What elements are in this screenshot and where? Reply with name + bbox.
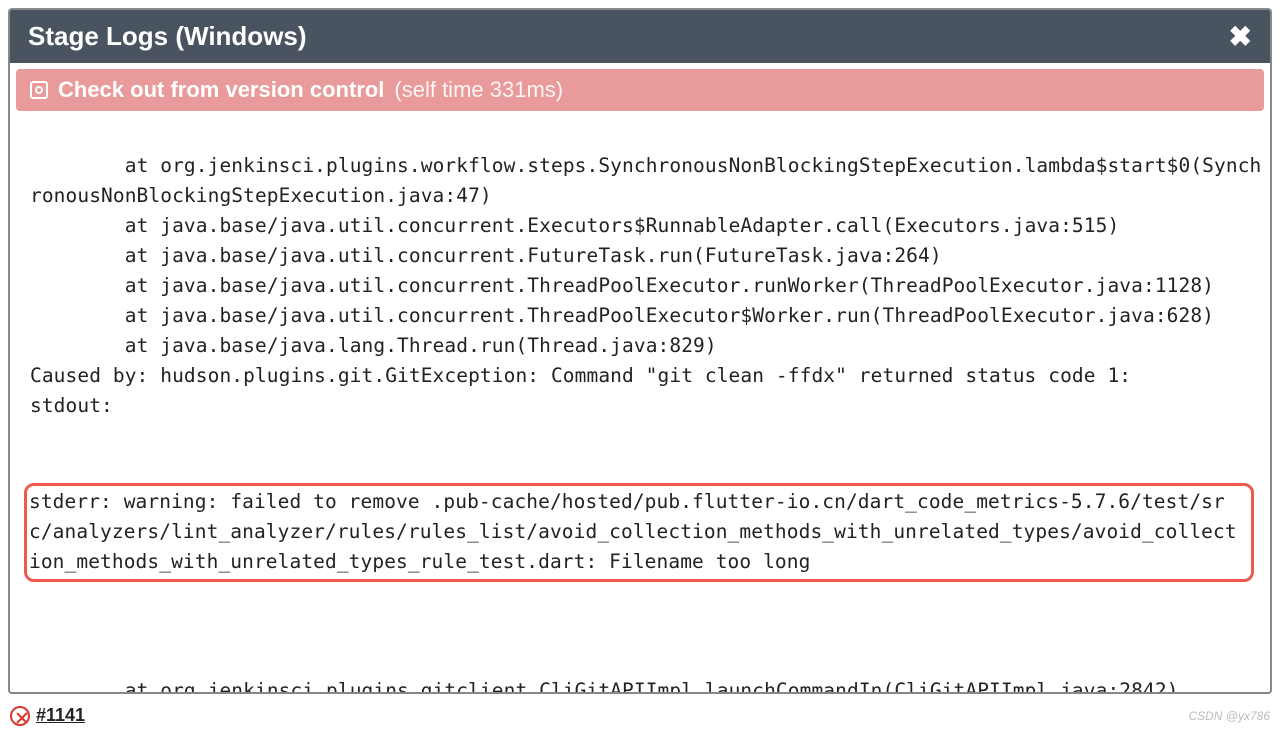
step-name: Check out from version control xyxy=(58,77,384,103)
modal-title: Stage Logs (Windows) xyxy=(28,21,307,52)
stage-logs-modal: Stage Logs (Windows) ✖ Check out from ve… xyxy=(8,8,1272,694)
modal-body: Check out from version control (self tim… xyxy=(10,63,1270,692)
step-header[interactable]: Check out from version control (self tim… xyxy=(16,69,1264,111)
page-footer: #1141 CSDN @yx786 xyxy=(10,705,1270,726)
expand-icon xyxy=(30,81,48,99)
log-highlighted-error: stderr: warning: failed to remove .pub-c… xyxy=(24,483,1254,582)
build-status: #1141 xyxy=(10,705,85,726)
log-post-highlight: at org.jenkinsci.plugins.gitclient.CliGi… xyxy=(30,646,1262,692)
watermark: CSDN @yx786 xyxy=(1188,709,1270,723)
close-icon[interactable]: ✖ xyxy=(1229,20,1252,53)
log-pre-highlight: at org.jenkinsci.plugins.workflow.steps.… xyxy=(30,151,1262,421)
error-icon xyxy=(10,706,30,726)
modal-header: Stage Logs (Windows) ✖ xyxy=(10,10,1270,63)
build-link[interactable]: #1141 xyxy=(36,705,85,726)
log-output[interactable]: at org.jenkinsci.plugins.workflow.steps.… xyxy=(16,111,1264,692)
step-self-time: (self time 331ms) xyxy=(394,77,563,103)
